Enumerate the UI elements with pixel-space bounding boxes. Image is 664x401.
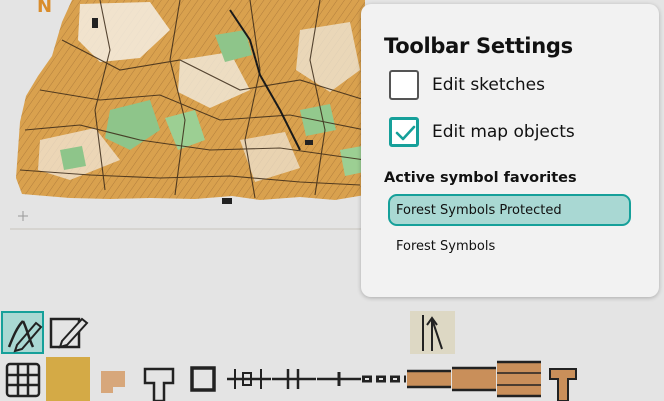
dashed-line-symbol[interactable] bbox=[362, 357, 406, 401]
checkmark-icon bbox=[395, 125, 416, 141]
grid-tool[interactable] bbox=[0, 357, 45, 401]
fence-line-icon bbox=[227, 369, 271, 389]
tag-symbol-icon bbox=[143, 367, 175, 401]
edit-sketches-icon bbox=[49, 317, 89, 349]
peach-area-symbol[interactable] bbox=[91, 357, 136, 401]
tag-symbol[interactable] bbox=[137, 357, 181, 401]
single-tick-line-symbol[interactable] bbox=[317, 357, 361, 401]
dashed-line-icon bbox=[362, 375, 406, 383]
wide-road-symbol[interactable] bbox=[497, 357, 541, 401]
tee-symbol-icon bbox=[549, 368, 577, 401]
edit-sketches-option[interactable]: Edit sketches bbox=[389, 68, 545, 102]
road-symbol[interactable] bbox=[452, 357, 496, 401]
edit-map-objects-icon bbox=[7, 320, 43, 353]
favorite-item-label: Forest Symbols Protected bbox=[396, 202, 562, 218]
favorite-item-forest-symbols[interactable]: Forest Symbols bbox=[388, 230, 631, 262]
favorite-item-forest-symbols-protected[interactable]: Forest Symbols Protected bbox=[388, 194, 631, 226]
double-tick-line-symbol[interactable] bbox=[272, 357, 316, 401]
north-label: N bbox=[37, 0, 52, 17]
tee-symbol[interactable] bbox=[542, 357, 585, 401]
edit-sketches-checkbox[interactable] bbox=[389, 70, 419, 100]
snap-to-line-icon bbox=[422, 315, 443, 351]
panel-title: Toolbar Settings bbox=[384, 34, 573, 58]
square-outline-symbol[interactable] bbox=[182, 357, 226, 401]
narrow-track-icon bbox=[407, 369, 451, 389]
peach-area-swatch-icon bbox=[101, 371, 125, 393]
favorite-item-label: Forest Symbols bbox=[396, 238, 496, 254]
square-outline-icon bbox=[190, 366, 216, 392]
fence-line-symbol[interactable] bbox=[227, 357, 271, 401]
favorites-heading: Active symbol favorites bbox=[384, 170, 577, 186]
yellow-area-symbol[interactable] bbox=[46, 357, 90, 401]
double-tick-line-icon bbox=[272, 369, 316, 389]
grid-icon bbox=[5, 362, 41, 398]
edit-sketches-tool[interactable] bbox=[46, 311, 89, 354]
symbol-toolbar bbox=[0, 310, 664, 401]
edit-map-objects-option[interactable]: Edit map objects bbox=[389, 115, 575, 149]
single-tick-line-icon bbox=[317, 372, 361, 386]
edit-map-objects-label: Edit map objects bbox=[432, 122, 575, 142]
road-icon bbox=[452, 366, 496, 392]
edit-map-objects-checkbox[interactable] bbox=[389, 117, 419, 147]
edit-map-objects-tool[interactable] bbox=[1, 311, 44, 354]
narrow-track-symbol[interactable] bbox=[407, 357, 451, 401]
edit-sketches-label: Edit sketches bbox=[432, 75, 545, 95]
wide-road-icon bbox=[497, 360, 541, 398]
toolbar-settings-panel: Toolbar Settings Edit sketches Edit map … bbox=[361, 4, 659, 297]
snap-to-line-tool[interactable] bbox=[410, 311, 455, 354]
